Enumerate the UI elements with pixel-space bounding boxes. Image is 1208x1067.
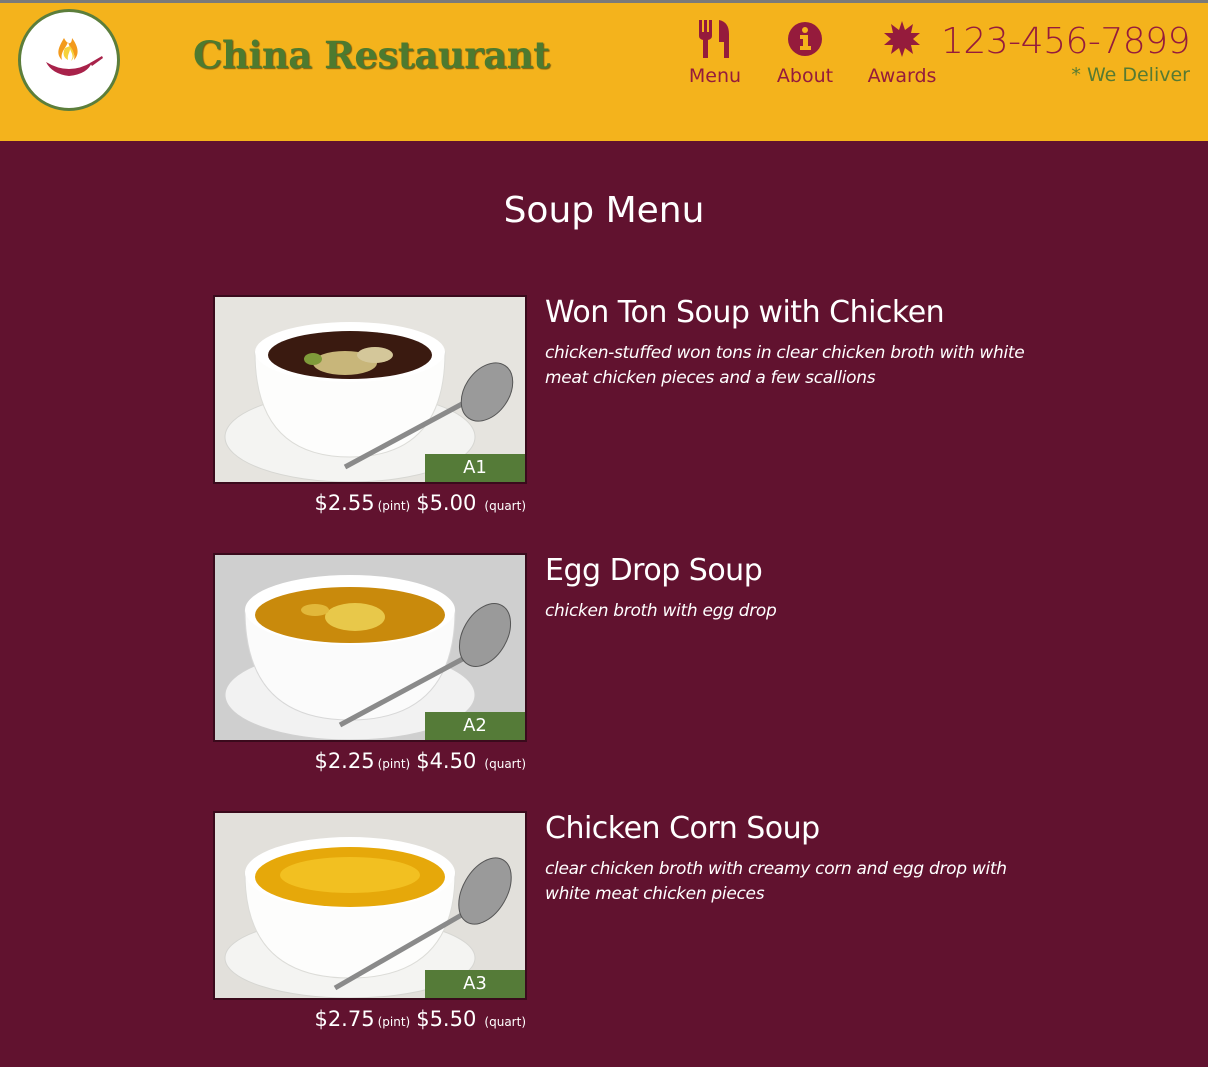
soup-photo[interactable]: A3 xyxy=(213,811,527,1000)
price-quart: $5.50 xyxy=(416,1007,477,1031)
item-description: chicken broth with egg drop xyxy=(545,601,777,621)
price-pint: $2.75 xyxy=(314,1007,375,1031)
item-name: Chicken Corn Soup xyxy=(545,811,820,846)
item-name: Won Ton Soup with Chicken xyxy=(545,295,945,330)
phone-number[interactable]: 123-456-7899 xyxy=(941,21,1191,62)
item-code-badge: A3 xyxy=(425,970,525,998)
quart-label: (quart) xyxy=(484,757,526,771)
nav-menu-label: Menu xyxy=(688,65,742,87)
item-description: chicken-stuffed won tons in clear chicke… xyxy=(545,343,1025,388)
item-description: clear chicken broth with creamy corn and… xyxy=(545,859,1007,904)
item-code-badge: A1 xyxy=(425,454,525,482)
item-price: $2.75 (pint) $5.50 (quart) xyxy=(314,1007,526,1031)
quart-label: (quart) xyxy=(484,1015,526,1029)
nav-awards-label: Awards xyxy=(867,65,937,87)
price-pint: $2.25 xyxy=(314,749,375,773)
restaurant-name[interactable]: China Restaurant xyxy=(193,33,550,77)
flaming-wok-icon xyxy=(46,38,103,76)
item-price: $2.25 (pint) $4.50 (quart) xyxy=(314,749,526,773)
price-quart: $4.50 xyxy=(416,749,477,773)
soup-photo[interactable]: A2 xyxy=(213,553,527,742)
nav-about-label: About xyxy=(776,65,834,87)
utensils-icon xyxy=(699,20,729,58)
menu-item: A2 $2.25 (pint) $4.50 (quart) Egg Drop Sou… xyxy=(213,553,1033,793)
restaurant-logo[interactable] xyxy=(18,9,120,111)
page-title: Soup Menu xyxy=(503,190,705,231)
nav-menu[interactable]: Menu xyxy=(688,19,742,87)
info-icon xyxy=(788,22,822,56)
award-icon xyxy=(884,21,920,57)
price-pint: $2.55 xyxy=(314,491,375,515)
nav-awards[interactable]: Awards xyxy=(866,19,938,87)
soup-photo[interactable]: A1 xyxy=(213,295,527,484)
price-quart: $5.00 xyxy=(416,491,477,515)
delivery-note: * We Deliver xyxy=(1071,64,1190,86)
pint-label: (pint) xyxy=(377,499,411,513)
menu-item: A1 $2.55 (pint) $5.00 (quart) Won Ton Soup… xyxy=(213,295,1033,535)
menu-item: A3 $2.75 (pint) $5.50 (quart) Chicken Corn… xyxy=(213,811,1033,1051)
site-header: China Restaurant Menu About Awards 123-4… xyxy=(0,3,1208,141)
item-price: $2.55 (pint) $5.00 (quart) xyxy=(314,491,526,515)
nav-about[interactable]: About xyxy=(776,19,834,87)
item-code-badge: A2 xyxy=(425,712,525,740)
pint-label: (pint) xyxy=(377,1015,411,1029)
item-name: Egg Drop Soup xyxy=(545,553,763,588)
pint-label: (pint) xyxy=(377,757,411,771)
quart-label: (quart) xyxy=(484,499,526,513)
